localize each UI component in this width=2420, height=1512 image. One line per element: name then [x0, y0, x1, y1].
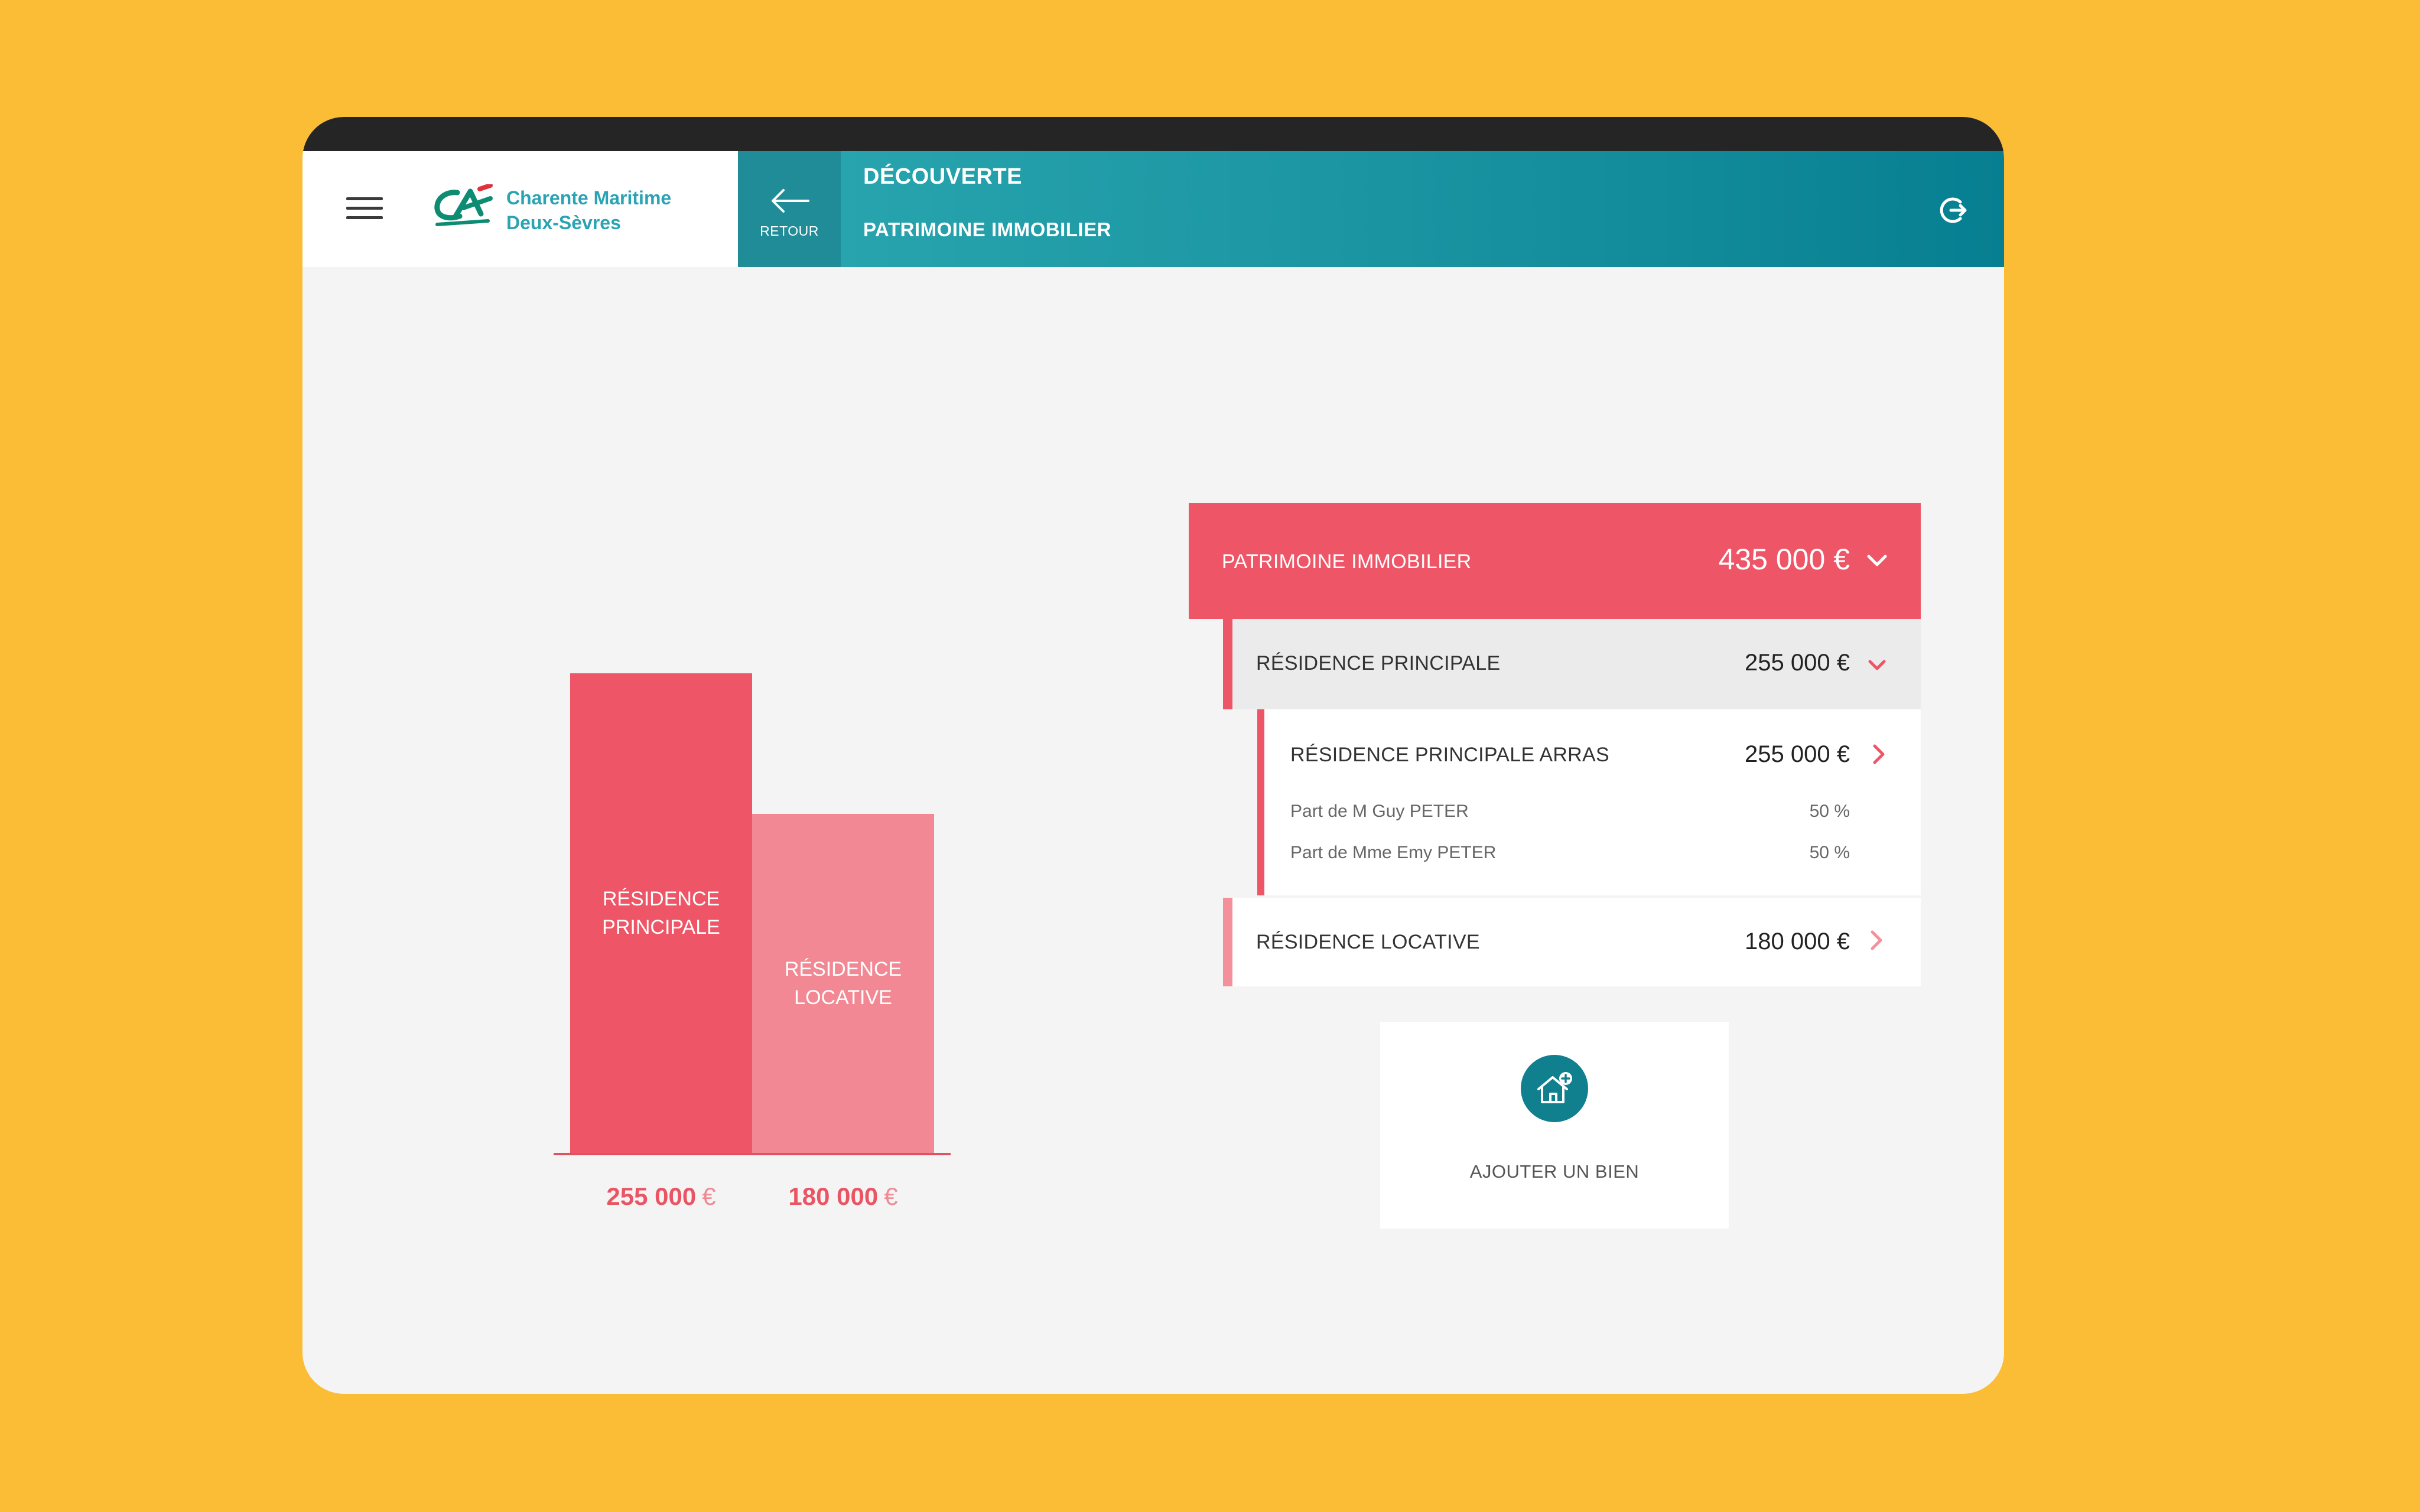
chart-bar: RÉSIDENCE PRINCIPALE	[570, 673, 752, 1153]
chevron-right-icon	[1873, 744, 1885, 764]
residence-principale-row[interactable]: RÉSIDENCE PRINCIPALE 255 000 €	[1223, 619, 1921, 709]
owner-share: 50 %	[1809, 801, 1850, 821]
chart-baseline	[554, 1153, 951, 1155]
residence-principale-amount: 255 000 €	[1745, 650, 1850, 676]
chart-value-amount: 180 000	[788, 1182, 879, 1210]
add-property-label: AJOUTER UN BIEN	[1469, 1161, 1640, 1182]
chart-value-currency: €	[884, 1182, 898, 1210]
item-amount: 255 000 €	[1745, 741, 1850, 767]
row-accent-stripe	[1223, 619, 1232, 709]
patrimoine-amount: 435 000 €	[1718, 543, 1850, 576]
owner-name: Part de M Guy PETER	[1290, 801, 1469, 821]
patrimoine-label: PATRIMOINE IMMOBILIER	[1222, 550, 1472, 573]
residence-locative-row[interactable]: RÉSIDENCE LOCATIVE 180 000 €	[1223, 898, 1921, 986]
item-label: RÉSIDENCE PRINCIPALE ARRAS	[1290, 744, 1609, 766]
tablet-frame: Charente Maritime Deux-Sèvres RETOUR DÉC…	[302, 117, 2004, 1394]
patrimoine-total-toggle[interactable]: PATRIMOINE IMMOBILIER 435 000 €	[1189, 503, 1921, 619]
chart-value-label: 180 000 €	[740, 1182, 946, 1211]
chart-value-label: 255 000 €	[558, 1182, 764, 1211]
chevron-right-icon	[1871, 930, 1882, 950]
row-accent-stripe	[1223, 898, 1232, 986]
chart-bar-label: RÉSIDENCE PRINCIPALE	[602, 888, 720, 939]
chart-bar-label: RÉSIDENCE LOCATIVE	[784, 958, 902, 1009]
owner-name: Part de Mme Emy PETER	[1290, 843, 1497, 862]
residence-locative-label: RÉSIDENCE LOCATIVE	[1256, 931, 1480, 953]
add-property-button[interactable]: AJOUTER UN BIEN	[1380, 1022, 1729, 1228]
house-plus-icon	[1521, 1055, 1588, 1122]
chevron-down-icon	[1867, 555, 1887, 566]
residence-principale-arras-item[interactable]: RÉSIDENCE PRINCIPALE ARRAS 255 000 € Par…	[1257, 709, 1921, 895]
owner-share: 50 %	[1809, 843, 1850, 862]
chart-bar: RÉSIDENCE LOCATIVE	[752, 814, 934, 1153]
residence-locative-amount: 180 000 €	[1745, 928, 1850, 954]
residence-principale-label: RÉSIDENCE PRINCIPALE	[1256, 652, 1501, 674]
chart-value-currency: €	[702, 1182, 716, 1210]
row-accent-stripe	[1257, 709, 1264, 895]
chevron-down-icon	[1868, 660, 1886, 670]
chart-value-amount: 255 000	[606, 1182, 697, 1210]
